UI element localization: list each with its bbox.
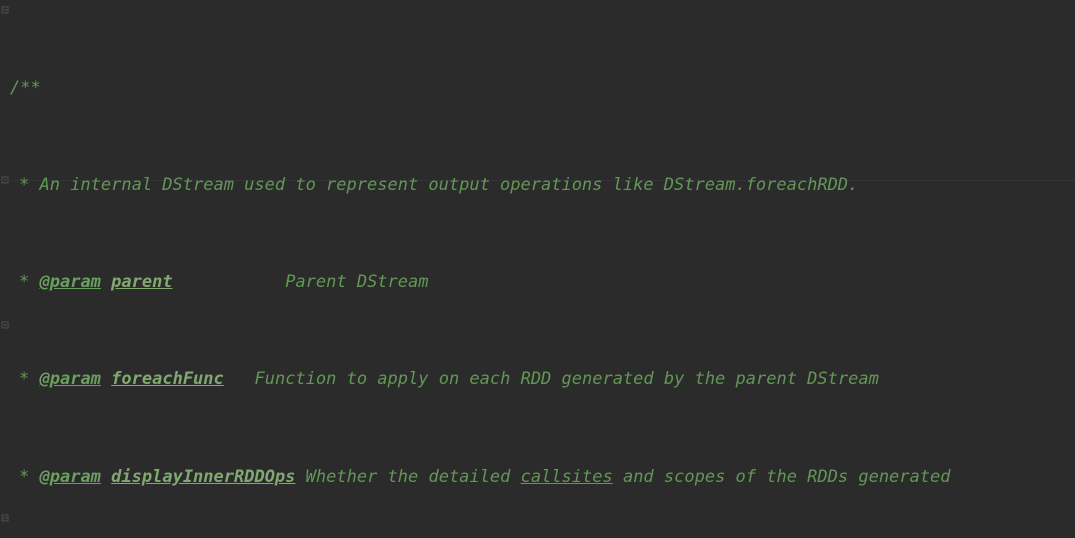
javadoc-param-tag: @param (39, 272, 101, 293)
code-line-1[interactable]: /** (0, 76, 1075, 100)
comment-open: /** (10, 77, 41, 98)
comment-text: An internal DStream used to represent ou… (29, 175, 859, 196)
code-line-2[interactable]: * An internal DStream used to represent … (0, 173, 1075, 197)
comment-link-callsites[interactable]: callsites (521, 467, 613, 487)
javadoc-param-name: displayInnerRDDOps (111, 466, 296, 487)
comment-text: Function to apply on each RDD generated … (254, 369, 879, 390)
code-editor[interactable]: ⊟ ⊡ ⊡ ⊟ /** * An internal DStream used t… (0, 0, 1075, 538)
javadoc-param-tag: @param (39, 369, 101, 390)
comment-star: * (19, 272, 30, 293)
comment-star: * (19, 369, 30, 390)
comment-text: and scopes of the RDDs generated (612, 466, 951, 487)
javadoc-param-name: foreachFunc (111, 369, 224, 390)
code-line-5[interactable]: * @param displayInnerRDDOps Whether the … (0, 465, 1075, 489)
comment-gap (224, 369, 255, 389)
comment-gap (295, 467, 305, 487)
javadoc-param-name: parent (111, 272, 173, 293)
comment-star: * (19, 466, 30, 487)
comment-star: * (19, 175, 30, 196)
code-content[interactable]: /** * An internal DStream used to repres… (0, 0, 1075, 538)
comment-text: Parent DStream (285, 272, 429, 293)
code-line-3[interactable]: * @param parent Parent DStream (0, 270, 1075, 294)
javadoc-param-tag: @param (39, 466, 101, 487)
comment-text: Whether the detailed (305, 466, 521, 487)
code-line-4[interactable]: * @param foreachFunc Function to apply o… (0, 367, 1075, 391)
comment-gap (173, 272, 286, 292)
